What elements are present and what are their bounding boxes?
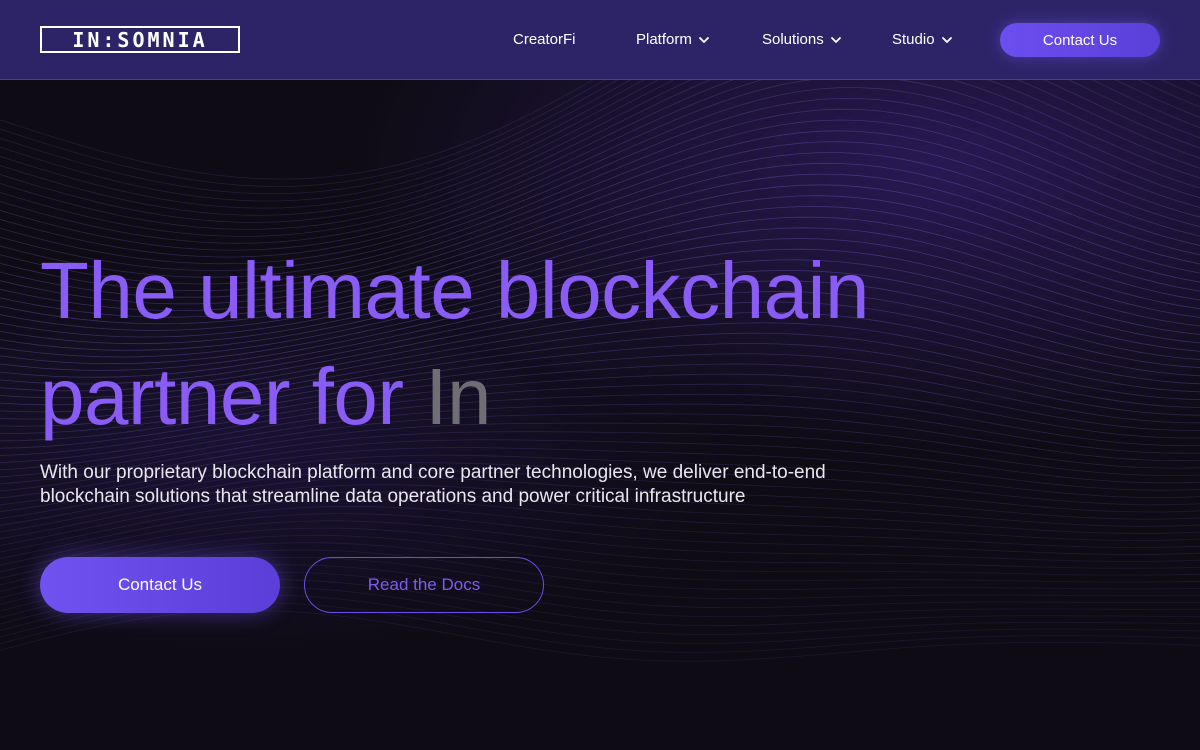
contact-us-button[interactable]: Contact Us [40, 557, 280, 613]
hero-headline: The ultimate blockchain partner for In [40, 238, 1140, 450]
insomnia-logo[interactable]: IN:SOMNIA [40, 26, 240, 53]
headline-line-2: partner for [40, 352, 404, 441]
nav-item-label: Solutions [762, 31, 824, 48]
navbar: IN:SOMNIA CreatorFi Platform Solutions S… [0, 0, 1200, 80]
nav-item-creatorfi[interactable]: CreatorFi [513, 31, 576, 48]
nav-item-solutions[interactable]: Solutions [762, 31, 842, 48]
chevron-down-icon [698, 36, 709, 43]
nav-item-studio[interactable]: Studio [892, 31, 953, 48]
wave-line [0, 65, 1200, 251]
logo-text: IN:SOMNIA [72, 27, 208, 52]
nav-item-label: Studio [892, 31, 935, 48]
hero-subtext: With our proprietary blockchain platform… [40, 462, 826, 507]
nav-item-platform[interactable]: Platform [636, 31, 710, 48]
nav-contact-button[interactable]: Contact Us [1000, 23, 1160, 57]
typed-word: In [425, 352, 492, 441]
nav-item-label: CreatorFi [513, 31, 576, 48]
chevron-down-icon [941, 36, 952, 43]
landing-page: IN:SOMNIA CreatorFi Platform Solutions S… [0, 0, 1200, 750]
chevron-down-icon [830, 36, 841, 43]
nav-item-label: Platform [636, 31, 692, 48]
headline-line-1: The ultimate blockchain [40, 246, 869, 335]
read-docs-button[interactable]: Read the Docs [304, 557, 544, 613]
